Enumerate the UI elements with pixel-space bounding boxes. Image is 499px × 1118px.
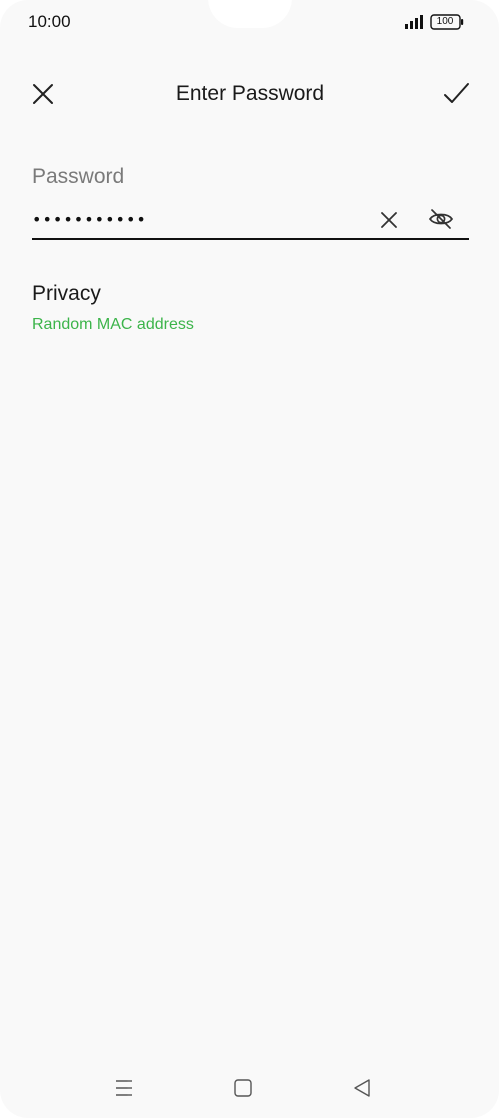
signal-icon [405,15,423,29]
top-app-bar: Enter Password [0,66,499,122]
password-label: Password [32,165,125,188]
status-time: 10:00 [28,12,71,31]
home-icon[interactable] [231,1076,255,1100]
password-underline [32,238,469,240]
privacy-value[interactable]: Random MAC address [32,316,194,334]
password-input[interactable] [32,202,362,236]
menu-icon[interactable] [112,1076,136,1100]
camera-notch [208,0,292,28]
back-icon[interactable] [350,1076,374,1100]
status-bar: 10:00 100 [0,0,499,44]
visibility-off-icon[interactable] [427,205,455,233]
page-title: Enter Password [175,82,325,105]
phone-screen: 10:00 100 Enter Password Password ••••••… [0,0,499,1118]
battery-level: 100 [436,16,454,27]
close-icon[interactable] [30,81,56,107]
privacy-title[interactable]: Privacy [32,282,101,306]
clear-icon[interactable] [376,207,402,233]
check-icon[interactable] [441,79,471,109]
